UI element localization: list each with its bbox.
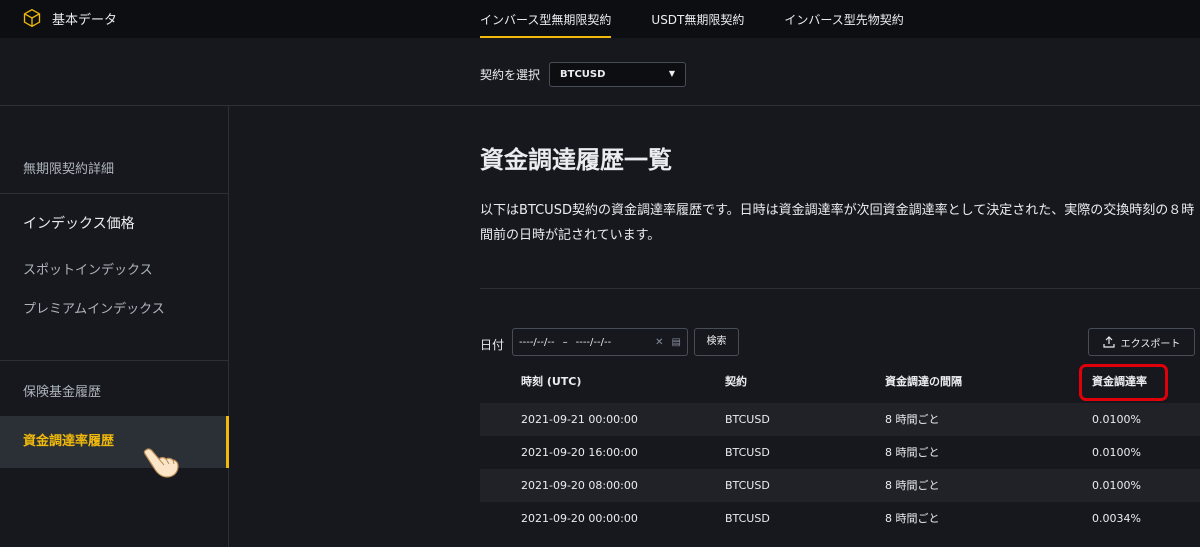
sidebar-item-perpetual-details[interactable]: 無期限契約詳細 (0, 158, 229, 177)
highlight-box (1079, 364, 1168, 401)
date-separator: – (562, 336, 568, 348)
cell-contract: BTCUSD (725, 512, 770, 525)
tab-inverse-futures[interactable]: インバース型先物契約 (784, 0, 903, 38)
upload-icon (1103, 336, 1115, 348)
sidebar-item-funding-rate-history[interactable]: 資金調達率履歴 (0, 416, 229, 468)
cell-rate: 0.0100% (1092, 446, 1141, 459)
divider (0, 360, 229, 361)
page-title: 資金調達履歴一覧 (480, 146, 672, 174)
export-label: エクスポート (1120, 338, 1181, 350)
clear-icon[interactable]: ✕ (655, 337, 663, 348)
date-range-input[interactable]: ----/--/-- – ----/--/-- ✕ ▤ (512, 328, 688, 356)
cell-contract: BTCUSD (725, 446, 770, 459)
date-from-field[interactable]: ----/--/-- (519, 337, 555, 348)
contract-select[interactable]: BTCUSD ▼ (549, 62, 686, 87)
sidebar-item-index-price[interactable]: インデックス価格 (0, 213, 229, 233)
table-row: 2021-09-20 08:00:00 BTCUSD 8 時間ごと 0.0100… (480, 469, 1200, 502)
table-row: 2021-09-21 00:00:00 BTCUSD 8 時間ごと 0.0100… (480, 403, 1200, 436)
table-row: 2021-09-20 00:00:00 BTCUSD 8 時間ごと 0.0034… (480, 502, 1200, 535)
column-header-time: 時刻 (UTC) (521, 375, 582, 388)
table-row: 2021-09-20 16:00:00 BTCUSD 8 時間ごと 0.0100… (480, 436, 1200, 469)
cell-rate: 0.0100% (1092, 479, 1141, 492)
cell-interval: 8 時間ごと (885, 446, 940, 459)
caret-down-icon: ▼ (668, 69, 675, 78)
date-to-field[interactable]: ----/--/-- (576, 337, 612, 348)
sidebar-item-spot-index[interactable]: スポットインデックス (0, 259, 229, 278)
contract-select-value: BTCUSD (560, 69, 606, 80)
column-header-contract: 契約 (725, 375, 747, 388)
cell-contract: BTCUSD (725, 413, 770, 426)
export-button[interactable]: エクスポート (1088, 328, 1195, 356)
sidebar-item-premium-index[interactable]: プレミアムインデックス (0, 298, 229, 317)
brand-label: 基本データ (52, 12, 118, 28)
divider (480, 288, 1200, 289)
page-description: 以下はBTCUSD契約の資金調達率履歴です。日時は資金調達率が次回資金調達率とし… (480, 203, 1195, 243)
cube-icon (23, 8, 41, 28)
cell-interval: 8 時間ごと (885, 413, 940, 426)
cell-interval: 8 時間ごと (885, 479, 940, 492)
tab-inverse-perpetual[interactable]: インバース型無期限契約 (480, 0, 612, 38)
cell-contract: BTCUSD (725, 479, 770, 492)
cell-time: 2021-09-20 08:00:00 (521, 479, 638, 492)
contract-tabs: インバース型無期限契約 USDT無期限契約 インバース型先物契約 (480, 0, 904, 38)
tab-usdt-perpetual[interactable]: USDT無期限契約 (651, 0, 744, 38)
sidebar-item-insurance-fund[interactable]: 保険基金履歴 (0, 381, 229, 400)
cell-rate: 0.0034% (1092, 512, 1141, 525)
cell-rate: 0.0100% (1092, 413, 1141, 426)
contract-select-bar: 契約を選択 BTCUSD ▼ (0, 38, 1200, 106)
cell-time: 2021-09-21 00:00:00 (521, 413, 638, 426)
pointing-hand-icon (143, 448, 179, 478)
column-header-interval: 資金調達の間隔 (885, 375, 962, 388)
cell-time: 2021-09-20 00:00:00 (521, 512, 638, 525)
brand[interactable]: 基本データ (22, 8, 117, 28)
search-button[interactable]: 検索 (694, 328, 739, 356)
cell-time: 2021-09-20 16:00:00 (521, 446, 638, 459)
sidebar: 無期限契約詳細 インデックス価格 スポットインデックス プレミアムインデックス … (0, 106, 229, 547)
date-label: 日付 (480, 338, 505, 352)
divider (0, 193, 229, 194)
cell-interval: 8 時間ごと (885, 512, 940, 525)
top-bar: 基本データ インバース型無期限契約 USDT無期限契約 インバース型先物契約 (0, 0, 1200, 38)
contract-select-label: 契約を選択 (480, 68, 541, 82)
calendar-icon[interactable]: ▤ (672, 337, 681, 348)
